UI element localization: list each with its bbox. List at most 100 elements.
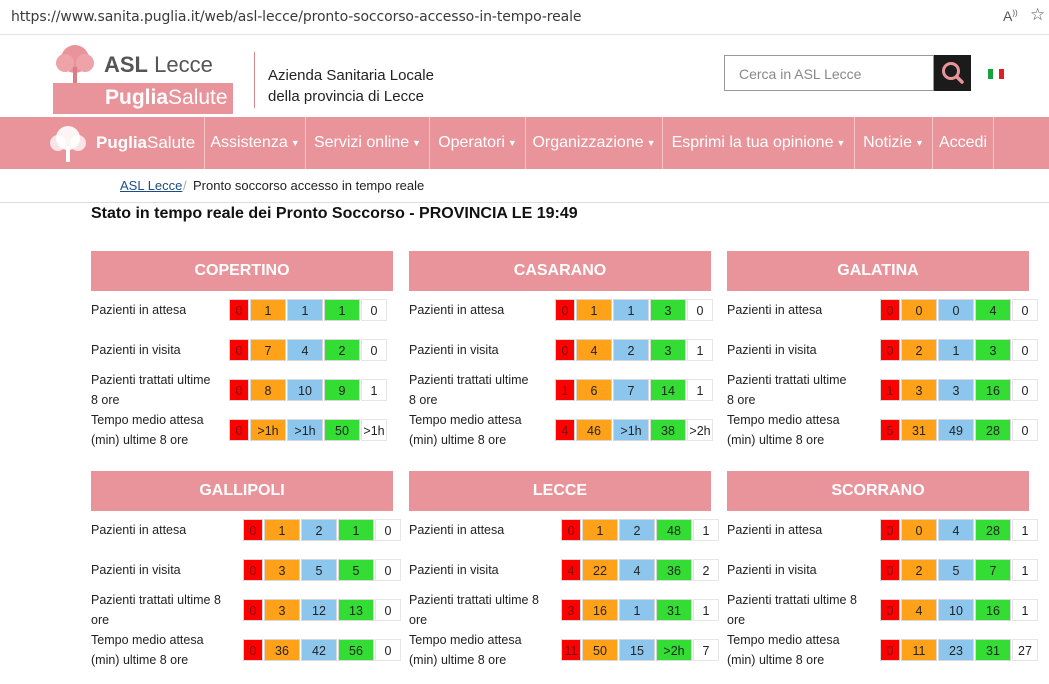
- white-code-cell: >2h: [687, 419, 713, 441]
- white-code-cell: 27: [1012, 639, 1038, 661]
- blue-code-cell: 15: [619, 639, 655, 661]
- row-label: Tempo medio attesa (min) ultime 8 ore: [727, 413, 840, 447]
- nav-brand-pugliasalute[interactable]: PugliaSalute: [46, 117, 204, 169]
- orange-code-cell: 0: [901, 519, 937, 541]
- read-aloud-icon[interactable]: A)): [1003, 8, 1018, 24]
- row-tempo-medio: Tempo medio attesa (min) ultime 8 ore 0 >1h…: [91, 413, 393, 447]
- row-pazienti-attesa: Pazienti in attesa 0 1 2 48 1: [409, 515, 719, 545]
- value-cells: 3 16 1 31 1: [561, 599, 720, 621]
- row-label: Pazienti in visita: [409, 343, 499, 357]
- search-input[interactable]: Cerca in ASL Lecce: [724, 55, 934, 91]
- nav-item-servizi-online[interactable]: Servizi online ▼: [305, 117, 429, 169]
- row-pazienti-visita: Pazienti in visita 0 2 1 3 0: [727, 335, 1038, 365]
- value-cells: 0 1 2 48 1: [561, 519, 720, 541]
- caret-down-icon: ▼: [507, 138, 517, 148]
- red-code-cell: 0: [243, 519, 263, 541]
- value-cells: 0 0 4 28 1: [880, 519, 1039, 541]
- orange-code-cell: 3: [901, 379, 937, 401]
- asl-lecce-logo[interactable]: ASL Lecce PugliaSalute: [53, 43, 233, 114]
- italian-flag-icon[interactable]: [988, 69, 1004, 79]
- caret-down-icon: ▼: [646, 138, 656, 148]
- row-label: Pazienti in visita: [91, 563, 181, 577]
- nav-item-organizzazione[interactable]: Organizzazione ▼: [525, 117, 662, 169]
- red-code-cell: 0: [243, 639, 263, 661]
- row-pazienti-visita: Pazienti in visita 0 4 2 3 1: [409, 335, 713, 365]
- blue-code-cell: 3: [938, 379, 974, 401]
- breadcrumb-current: Pronto soccorso accesso in tempo reale: [193, 178, 425, 193]
- logo-asl-text: ASL Lecce: [104, 52, 213, 77]
- breadcrumb-separator: /: [183, 178, 187, 193]
- nav-item-accedi[interactable]: Accedi: [932, 117, 994, 169]
- hospital-name: CASARANO: [409, 251, 711, 291]
- row-label: Pazienti trattati ultime 8 ore: [727, 373, 847, 407]
- main-navigation: PugliaSalute Assistenza ▼ Servizi online ▼…: [0, 117, 1049, 169]
- nav-item-operatori[interactable]: Operatori ▼: [429, 117, 525, 169]
- row-pazienti-attesa: Pazienti in attesa 0 1 1 3 0: [409, 295, 714, 325]
- green-code-cell: 50: [324, 419, 360, 441]
- search-button[interactable]: [934, 55, 971, 91]
- value-cells: 02130: [880, 339, 1039, 361]
- white-code-cell: 1: [693, 599, 719, 621]
- white-code-cell: 0: [375, 519, 401, 541]
- white-code-cell: >1h: [361, 419, 387, 441]
- orange-code-cell: 8: [250, 379, 286, 401]
- favorite-star-icon[interactable]: ☆: [1030, 5, 1045, 25]
- value-cells: 4 22 4 36 2: [561, 559, 720, 581]
- address-bar[interactable]: https://www.sanita.puglia.it/web/asl-lec…: [0, 0, 1049, 35]
- blue-code-cell: 5: [301, 559, 337, 581]
- nav-item-esprimi-opinione[interactable]: Esprimi la tua opinione ▼: [662, 117, 854, 169]
- blue-code-cell: 2: [301, 519, 337, 541]
- orange-code-cell: 4: [576, 339, 612, 361]
- search-icon: [942, 62, 964, 84]
- white-code-cell: 1: [1012, 599, 1038, 621]
- row-label: Tempo medio attesa (min) ultime 8 ore: [91, 633, 204, 667]
- breadcrumb: ASL Lecce / Pronto soccorso accesso in t…: [0, 169, 1049, 203]
- value-cells: 11 50 15 >2h 7: [561, 639, 720, 661]
- url-text[interactable]: https://www.sanita.puglia.it/web/asl-lec…: [11, 9, 582, 25]
- red-code-cell: 3: [561, 599, 581, 621]
- blue-code-cell: 4: [938, 519, 974, 541]
- value-cells: 01130: [555, 299, 714, 321]
- row-tempo-medio: Tempo medio attesa (min) ultime 8 ore 0 36 4…: [91, 633, 401, 667]
- green-code-cell: 1: [338, 519, 374, 541]
- organization-name: Azienda Sanitaria Locale della provincia…: [268, 67, 434, 105]
- hospital-name: GALATINA: [727, 251, 1029, 291]
- orange-code-cell: 22: [582, 559, 618, 581]
- green-code-cell: 13: [338, 599, 374, 621]
- orange-code-cell: 50: [582, 639, 618, 661]
- blue-code-cell: 4: [287, 339, 323, 361]
- row-label: Tempo medio attesa (min) ultime 8 ore: [409, 413, 522, 447]
- caret-down-icon: ▼: [836, 138, 846, 148]
- row-label: Pazienti in attesa: [727, 303, 823, 317]
- blue-code-cell: 42: [301, 639, 337, 661]
- green-code-cell: 3: [975, 339, 1011, 361]
- green-code-cell: 16: [975, 379, 1011, 401]
- red-code-cell: 11: [561, 639, 581, 661]
- green-code-cell: 16: [975, 599, 1011, 621]
- row-label: Pazienti in attesa: [409, 303, 505, 317]
- green-code-cell: 3: [650, 299, 686, 321]
- row-label: Pazienti trattati ultime 8 ore: [91, 593, 221, 627]
- value-cells: 02571: [880, 559, 1039, 581]
- white-code-cell: 0: [1012, 299, 1038, 321]
- hospital-card-gallipoli: GALLIPOLI Pazienti in attesa 0 1 2 1 0 Pazienti…: [91, 471, 401, 671]
- nav-item-notizie[interactable]: Notizie ▼: [854, 117, 932, 169]
- orange-code-cell: 36: [264, 639, 300, 661]
- breadcrumb-home-link[interactable]: ASL Lecce: [120, 178, 182, 193]
- blue-code-cell: 10: [938, 599, 974, 621]
- white-code-cell: 1: [687, 339, 713, 361]
- row-pazienti-trattati: Pazienti trattati ultime 8 ore 0 4 10 16 1: [727, 593, 1038, 627]
- caret-down-icon: ▼: [290, 138, 300, 148]
- row-label: Tempo medio attesa (min) ultime 8 ore: [727, 633, 840, 667]
- green-code-cell: 38: [650, 419, 686, 441]
- row-label: Pazienti trattati ultime 8 ore: [409, 373, 529, 407]
- red-code-cell: 0: [561, 519, 581, 541]
- white-code-cell: 2: [693, 559, 719, 581]
- blue-code-cell: 0: [938, 299, 974, 321]
- page-title: Stato in tempo reale dei Pronto Soccorso…: [91, 205, 578, 222]
- hospital-name: GALLIPOLI: [91, 471, 393, 511]
- logo-pugliasalute-band: PugliaSalute: [53, 83, 233, 114]
- nav-item-assistenza[interactable]: Assistenza ▼: [204, 117, 305, 169]
- blue-code-cell: >1h: [613, 419, 649, 441]
- row-pazienti-trattati: Pazienti trattati ultime 8 ore 0 3 12 13 0: [91, 593, 401, 627]
